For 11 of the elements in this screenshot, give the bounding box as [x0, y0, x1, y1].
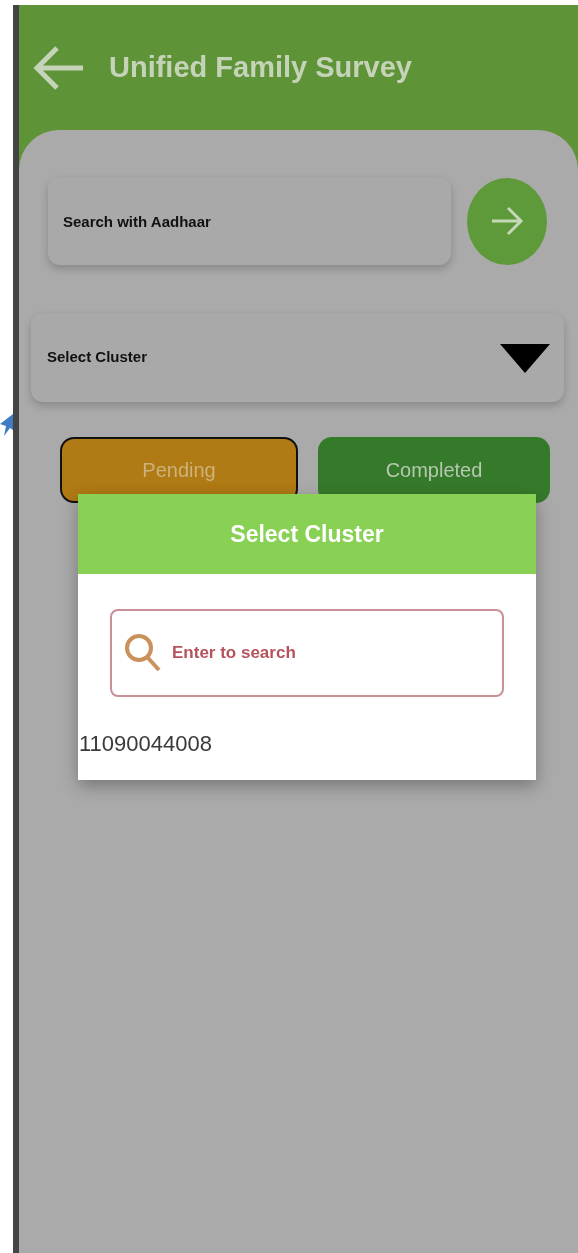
right-arrow-icon: [490, 206, 524, 236]
dropdown-label: Select Cluster: [47, 347, 148, 368]
caret-icon: [500, 341, 550, 374]
cluster-dropdown[interactable]: Select Cluster: [31, 313, 564, 402]
back-arrow-icon[interactable]: [33, 44, 85, 91]
dialog-title: Select Cluster: [78, 494, 536, 574]
screen-title: Unified Family Survey: [109, 49, 412, 85]
pointer-arrow-icon: [0, 414, 13, 436]
cluster-search-field[interactable]: Enter to search: [110, 609, 504, 697]
aadhaar-search-field[interactable]: Search with Aadhaar: [48, 177, 451, 265]
cluster-option[interactable]: 11090044008: [79, 727, 504, 760]
